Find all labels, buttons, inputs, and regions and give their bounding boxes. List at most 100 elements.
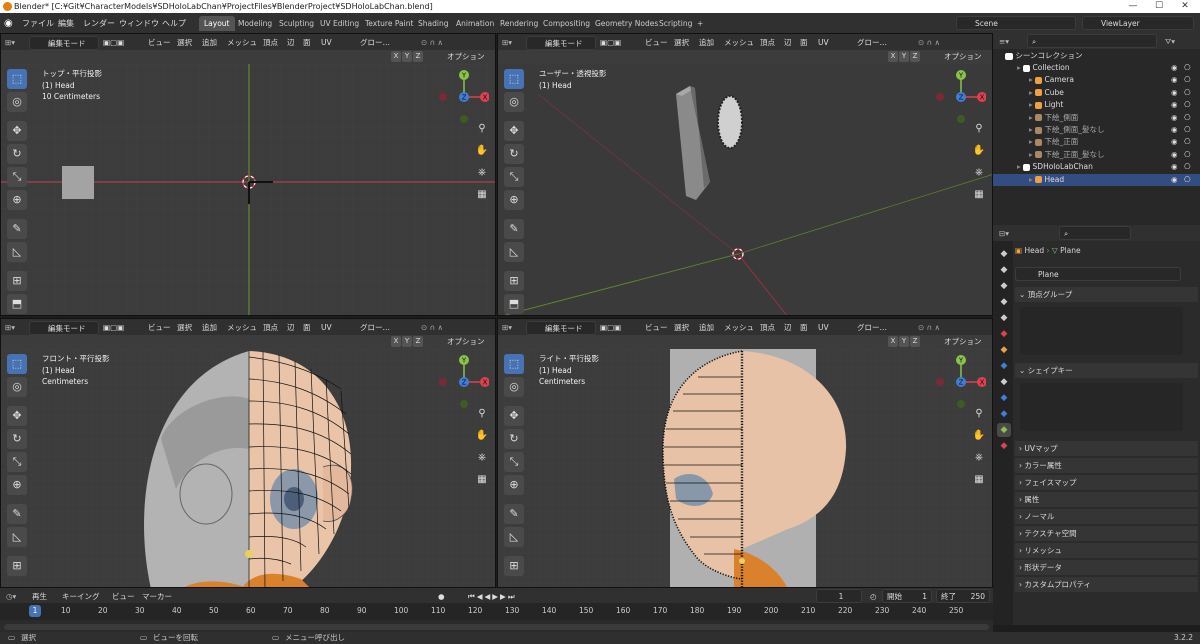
blender-menu-icon[interactable]: ◉ — [4, 17, 13, 30]
eye-icon[interactable]: ◉ — [1171, 161, 1178, 173]
menu-mesh[interactable]: メッシュ — [227, 322, 257, 333]
transform-icon[interactable]: ⊕ — [7, 190, 27, 210]
playback-controls[interactable]: ⏮◀◀▶▶⏭ — [468, 591, 517, 602]
physics-icon[interactable]: ◆ — [997, 391, 1011, 405]
panel-collapsed[interactable]: › テクスチャ空間 — [1015, 526, 1198, 541]
navigation-gizmo[interactable]: Y X Z — [439, 63, 489, 123]
data-icon[interactable]: ◆ — [997, 423, 1011, 437]
zoom-icon[interactable]: ⚲ — [474, 121, 490, 137]
menu-keying[interactable]: キーイング — [62, 591, 100, 602]
world-icon[interactable]: ◆ — [997, 327, 1011, 341]
menu-uv[interactable]: UV — [818, 322, 829, 333]
tab-shading[interactable]: Shading — [413, 16, 453, 31]
camera-render-icon[interactable]: ⎔ — [1184, 99, 1191, 111]
options-dropdown[interactable]: オプション — [944, 336, 982, 347]
measure-icon[interactable]: ◺ — [504, 242, 524, 262]
camera-render-icon[interactable]: ⎔ — [1184, 112, 1191, 124]
mode-selector[interactable]: 編集モード — [29, 321, 99, 335]
shape-keys-list[interactable] — [1020, 383, 1183, 431]
render-icon[interactable]: ◆ — [997, 263, 1011, 277]
transform-icon[interactable]: ⊕ — [7, 475, 27, 495]
snap-icon[interactable]: ⊙ ∩ ∧ — [421, 322, 443, 333]
viewport-front[interactable]: ⊞▾ 編集モード ▣▢▣ ビュー 選択 追加 メッシュ 頂点 辺 面 UV グロ… — [0, 318, 496, 588]
viewlayer-selector[interactable]: ViewLayer — [1082, 16, 1194, 30]
disclosure-icon[interactable]: ▸ — [1029, 150, 1033, 159]
panel-collapsed[interactable]: › ノーマル — [1015, 509, 1198, 524]
output-icon[interactable]: ◆ — [997, 279, 1011, 293]
eye-icon[interactable]: ◉ — [1171, 99, 1178, 111]
rotate-icon[interactable]: ↻ — [504, 144, 524, 164]
snap-icon[interactable]: ⊙ ∩ ∧ — [421, 37, 443, 48]
menu-add[interactable]: 追加 — [202, 37, 217, 48]
annotate-icon[interactable]: ✎ — [504, 504, 524, 524]
start-frame-field[interactable]: 開始 1 — [882, 589, 932, 603]
timeline-scrollbar[interactable] — [4, 624, 989, 630]
transform-orientation[interactable]: グロー… — [360, 322, 390, 333]
outliner-item[interactable]: ▸ 下絵_側面_髪なし ◉ ⎔ — [993, 124, 1200, 136]
menu-file[interactable]: ファイル — [22, 17, 54, 30]
grid-toggle-icon[interactable]: ▦ — [474, 187, 490, 203]
material-icon[interactable]: ◆ — [997, 439, 1011, 453]
add-workspace-button[interactable]: + — [692, 16, 708, 31]
particles-icon[interactable]: ◆ — [997, 375, 1011, 389]
timeline-editor-icon[interactable]: ◷▾ — [6, 591, 16, 602]
menu-mesh[interactable]: メッシュ — [724, 37, 754, 48]
mirror-y-button[interactable]: Y — [899, 51, 909, 62]
mode-selector[interactable]: 編集モード — [526, 36, 596, 50]
disclosure-icon[interactable]: ▸ — [1029, 125, 1033, 134]
camera-render-icon[interactable]: ⎔ — [1184, 136, 1191, 148]
move-icon[interactable]: ✥ — [7, 406, 27, 426]
mirror-z-button[interactable]: Z — [413, 51, 423, 62]
outliner-item[interactable]: ▸ Light ◉ ⎔ — [993, 99, 1200, 111]
properties-search-input[interactable]: ⌕ — [1059, 226, 1131, 240]
cursor-icon[interactable]: ◎ — [7, 92, 27, 112]
grid-toggle-icon[interactable]: ▦ — [971, 472, 987, 488]
menu-uv[interactable]: UV — [321, 322, 332, 333]
menu-edit[interactable]: 編集 — [58, 17, 74, 30]
camera-render-icon[interactable]: ⎔ — [1184, 124, 1191, 136]
mirror-y-button[interactable]: Y — [402, 51, 412, 62]
camera-icon[interactable]: ⎈ — [971, 450, 987, 466]
menu-view[interactable]: ビュー — [148, 37, 171, 48]
menu-select[interactable]: 選択 — [674, 37, 689, 48]
rotate-icon[interactable]: ↻ — [7, 429, 27, 449]
tab-layout[interactable]: Layout — [199, 16, 235, 31]
snap-icon[interactable]: ⊙ ∩ ∧ — [918, 37, 940, 48]
panel-collapsed[interactable]: › カスタムプロパティ — [1015, 577, 1198, 592]
select-mode-buttons[interactable]: ▣▢▣ — [103, 37, 124, 48]
measure-icon[interactable]: ◺ — [504, 527, 524, 547]
options-dropdown[interactable]: オプション — [447, 336, 485, 347]
viewport-user[interactable]: ⊞▾ 編集モード ▣▢▣ ビュー 選択 追加 メッシュ 頂点 辺 面 UV グロ… — [497, 33, 993, 316]
menu-edge[interactable]: 辺 — [287, 322, 295, 333]
menu-view[interactable]: ビュー — [645, 37, 668, 48]
menu-add[interactable]: 追加 — [699, 37, 714, 48]
add-cube-icon[interactable]: ⊞ — [504, 271, 524, 291]
tab-scripting[interactable]: Scripting — [654, 16, 697, 31]
editor-type-icon[interactable]: ⊞▾ — [502, 37, 512, 48]
filter-icon[interactable]: ⛛▾ — [1165, 36, 1175, 47]
panel-collapsed[interactable]: › フェイスマップ — [1015, 475, 1198, 490]
mirror-y-button[interactable]: Y — [402, 336, 412, 347]
outliner-item[interactable]: ▸ SDHoloLabChan ◉ ⎔ — [993, 161, 1200, 173]
add-cube-icon[interactable]: ⊞ — [7, 556, 27, 576]
menu-mesh[interactable]: メッシュ — [724, 322, 754, 333]
menu-vertex[interactable]: 頂点 — [263, 322, 278, 333]
object-icon[interactable]: ◆ — [997, 343, 1011, 357]
timeline-ruler[interactable]: 10 20 30 40 50 60 70 80 90 100 110 120 130 140 150 160 1… — [0, 603, 993, 620]
select-mode-buttons[interactable]: ▣▢▣ — [600, 37, 621, 48]
scale-icon[interactable]: ⤡ — [504, 452, 524, 472]
eye-icon[interactable]: ◉ — [1171, 74, 1178, 86]
menu-uv[interactable]: UV — [321, 37, 332, 48]
mirror-z-button[interactable]: Z — [413, 336, 423, 347]
eye-icon[interactable]: ◉ — [1171, 149, 1178, 161]
record-button[interactable]: ● — [438, 591, 445, 602]
menu-edge[interactable]: 辺 — [784, 322, 792, 333]
panel-collapsed[interactable]: › 属性 — [1015, 492, 1198, 507]
constraints-icon[interactable]: ◆ — [997, 407, 1011, 421]
tab-compositing[interactable]: Compositing — [538, 16, 595, 31]
transform-icon[interactable]: ⊕ — [504, 190, 524, 210]
outliner-item[interactable]: ▸ 下絵_側面 ◉ ⎔ — [993, 112, 1200, 124]
mirror-x-button[interactable]: X — [391, 51, 401, 62]
viewport-right[interactable]: ⊞▾ 編集モード ▣▢▣ ビュー 選択 追加 メッシュ 頂点 辺 面 UV グロ… — [497, 318, 993, 588]
mesh-name-field[interactable]: Plane — [1015, 267, 1181, 281]
